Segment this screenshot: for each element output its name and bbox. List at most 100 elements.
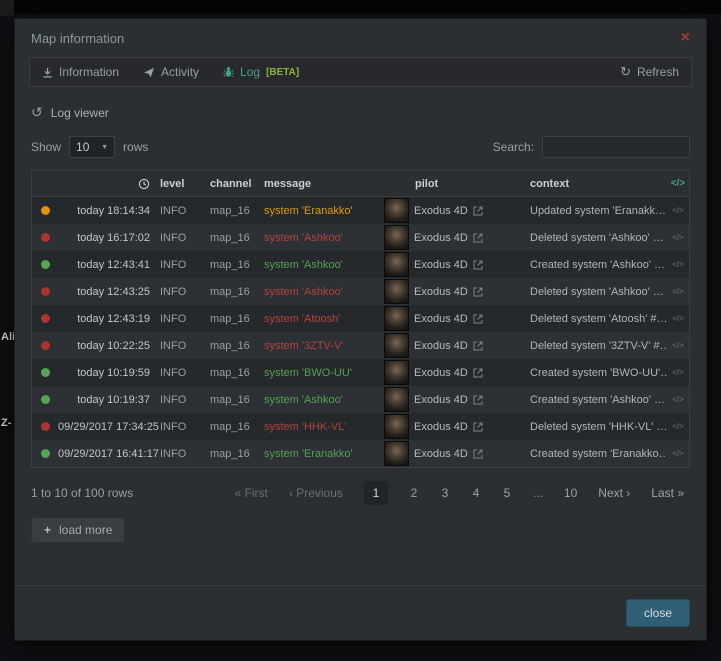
log-message: system 'BWO-UU' xyxy=(264,367,384,379)
external-link-icon[interactable] xyxy=(473,395,483,405)
row-code-icon[interactable]: </> xyxy=(667,422,689,431)
log-context: Deleted system 'Ashkoo' … xyxy=(530,286,667,298)
context-column-header[interactable]: context xyxy=(530,178,667,190)
pagination-first[interactable]: « First xyxy=(235,486,268,500)
pilot-avatar xyxy=(384,360,409,385)
section-title: Log viewer xyxy=(51,106,109,120)
log-context: Created system 'Ashkoo' … xyxy=(530,259,667,271)
pilot-avatar xyxy=(384,333,409,358)
status-dot xyxy=(41,341,50,350)
table-row: today 12:43:41 INFO map_16 system 'Ashko… xyxy=(32,251,689,278)
pagination-page-1[interactable]: 1 xyxy=(364,481,388,505)
log-level: INFO xyxy=(160,421,210,433)
log-context: Created system 'Eranakko… xyxy=(530,448,667,460)
external-link-icon[interactable] xyxy=(473,233,483,243)
external-link-icon[interactable] xyxy=(473,449,483,459)
status-dot xyxy=(41,368,50,377)
channel-column-header[interactable]: channel xyxy=(210,178,264,190)
status-dot xyxy=(41,395,50,404)
status-dot xyxy=(41,233,50,242)
log-context: Deleted system 'HHK-VL' … xyxy=(530,421,667,433)
log-message: system 'Ashkoo' xyxy=(264,259,384,271)
bug-icon xyxy=(223,66,234,78)
pagination-page-4[interactable]: 4 xyxy=(471,486,481,500)
dialog-header: Map information × xyxy=(15,19,706,51)
log-message: system 'Ashkoo' xyxy=(264,394,384,406)
log-message: system 'Atoosh' xyxy=(264,313,384,325)
search-input[interactable] xyxy=(542,136,690,158)
log-channel: map_16 xyxy=(210,232,264,244)
row-code-icon[interactable]: </> xyxy=(667,206,689,215)
tab-activity[interactable]: Activity xyxy=(131,58,211,86)
row-code-icon[interactable]: </> xyxy=(667,368,689,377)
log-message: system '3ZTV-V' xyxy=(264,340,384,352)
status-dot xyxy=(41,287,50,296)
log-message: system 'HHK-VL' xyxy=(264,421,384,433)
load-more-button[interactable]: + load more xyxy=(31,517,125,543)
background-map-label: Z- xyxy=(1,417,11,429)
row-code-icon[interactable]: </> xyxy=(667,314,689,323)
log-channel: map_16 xyxy=(210,286,264,298)
table-row: today 16:17:02 INFO map_16 system 'Ashko… xyxy=(32,224,689,251)
pagination-page-2[interactable]: 2 xyxy=(409,486,419,500)
table-row: today 10:19:59 INFO map_16 system 'BWO-U… xyxy=(32,359,689,386)
row-code-icon[interactable]: </> xyxy=(667,260,689,269)
history-icon: ↺ xyxy=(31,104,43,121)
level-column-header[interactable]: level xyxy=(160,178,210,190)
message-column-header[interactable]: message xyxy=(264,178,384,190)
table-controls: Show 10 ▼ rows Search: xyxy=(31,136,690,158)
status-dot xyxy=(41,314,50,323)
table-footer: 1 to 10 of 100 rows « First ‹ Previous 1… xyxy=(31,481,690,505)
close-icon[interactable]: × xyxy=(681,30,690,46)
table-row: 09/29/2017 17:34:25 INFO map_16 system '… xyxy=(32,413,689,440)
log-level: INFO xyxy=(160,340,210,352)
external-link-icon[interactable] xyxy=(473,341,483,351)
log-time: today 10:19:59 xyxy=(58,367,160,379)
log-level: INFO xyxy=(160,313,210,325)
pagination-previous[interactable]: ‹ Previous xyxy=(289,486,343,500)
external-link-icon[interactable] xyxy=(473,206,483,216)
row-code-icon[interactable]: </> xyxy=(667,449,689,458)
pilot-name: Exodus 4D xyxy=(414,448,468,460)
page-size-select[interactable]: 10 ▼ xyxy=(69,136,115,158)
table-row: today 12:43:19 INFO map_16 system 'Atoos… xyxy=(32,305,689,332)
pilot-column-header[interactable]: pilot xyxy=(384,178,530,190)
row-code-icon[interactable]: </> xyxy=(667,341,689,350)
log-level: INFO xyxy=(160,286,210,298)
close-button[interactable]: close xyxy=(626,599,690,627)
load-more-label: load more xyxy=(59,523,112,537)
log-context: Deleted system 'Atoosh' #… xyxy=(530,313,667,325)
external-link-icon[interactable] xyxy=(473,314,483,324)
download-icon xyxy=(42,67,53,78)
tab-log[interactable]: Log [BETA] xyxy=(211,58,311,86)
pagination-page-5[interactable]: 5 xyxy=(502,486,512,500)
external-link-icon[interactable] xyxy=(473,260,483,270)
rows-label: rows xyxy=(123,140,148,154)
pagination-last[interactable]: Last » xyxy=(651,486,684,500)
map-information-dialog: Map information × Information Activity L… xyxy=(14,18,707,641)
external-link-icon[interactable] xyxy=(473,287,483,297)
log-message: system 'Ashkoo' xyxy=(264,232,384,244)
log-message: system 'Ashkoo' xyxy=(264,286,384,298)
log-context: Created system 'Ashkoo' … xyxy=(530,394,667,406)
log-message: system 'Eranakko' xyxy=(264,205,384,217)
refresh-button[interactable]: ↻ Refresh xyxy=(608,58,691,86)
table-row: today 18:14:34 INFO map_16 system 'Erana… xyxy=(32,197,689,224)
row-code-icon[interactable]: </> xyxy=(667,233,689,242)
pagination-page-3[interactable]: 3 xyxy=(440,486,450,500)
external-link-icon[interactable] xyxy=(473,368,483,378)
tab-information[interactable]: Information xyxy=(30,58,131,86)
time-column-header xyxy=(58,178,160,190)
table-row: today 12:43:25 INFO map_16 system 'Ashko… xyxy=(32,278,689,305)
row-code-icon[interactable]: </> xyxy=(667,287,689,296)
pagination-page-10[interactable]: 10 xyxy=(564,486,577,500)
row-code-icon[interactable]: </> xyxy=(667,395,689,404)
log-viewer-heading: ↺ Log viewer xyxy=(31,104,690,121)
log-channel: map_16 xyxy=(210,313,264,325)
external-link-icon[interactable] xyxy=(473,422,483,432)
log-channel: map_16 xyxy=(210,259,264,271)
log-channel: map_16 xyxy=(210,340,264,352)
log-message: system 'Eranakko' xyxy=(264,448,384,460)
log-time: today 10:19:37 xyxy=(58,394,160,406)
pagination-next[interactable]: Next › xyxy=(598,486,630,500)
